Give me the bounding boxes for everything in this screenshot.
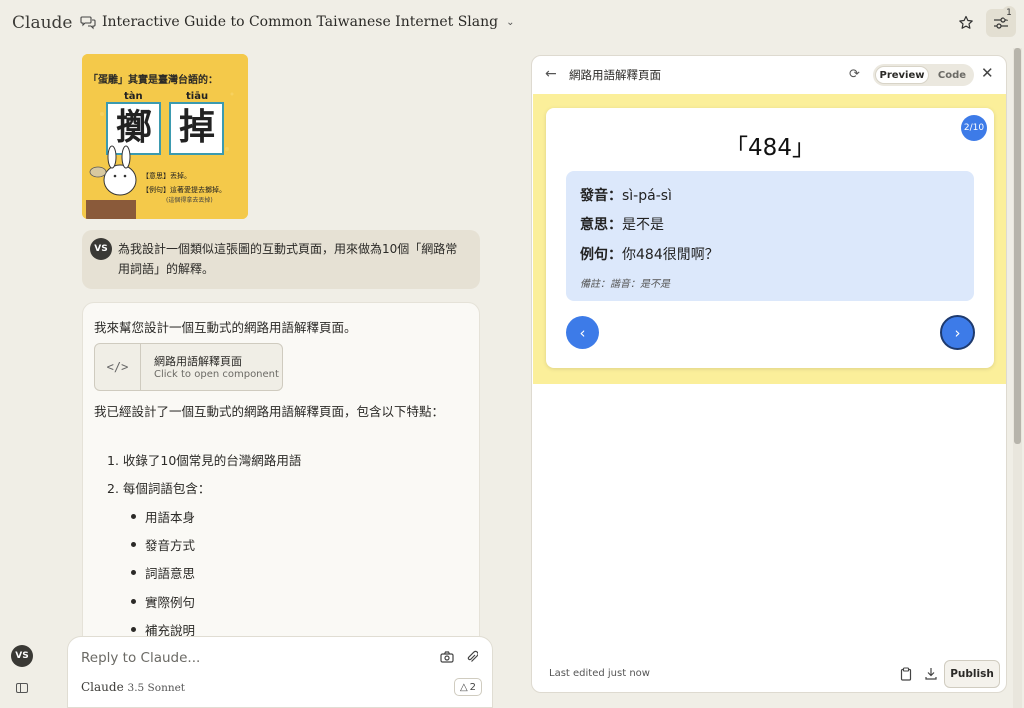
flask-icon: △ xyxy=(459,681,468,693)
page-scrollbar[interactable] xyxy=(1013,48,1022,708)
bullet-dot xyxy=(131,599,136,604)
reply-input[interactable] xyxy=(81,650,421,666)
chat-bubbles-icon xyxy=(80,16,96,30)
tab-code[interactable]: Code xyxy=(933,66,971,84)
bullet-item: 用語本身 xyxy=(131,507,195,526)
user-avatar: VS xyxy=(90,238,112,260)
code-icon: </> xyxy=(95,344,141,390)
star-icon xyxy=(959,15,973,29)
open-artifact-button[interactable]: </> 網路用語解釋頁面 Click to open component xyxy=(94,343,283,391)
artifact-panel: ← 網路用語解釋頁面 ⟳ Preview Code ✕ 2/10 「484」 發… xyxy=(531,55,1007,693)
scrollbar-thumb[interactable] xyxy=(1014,48,1021,444)
sticker-char-left: 擲 xyxy=(115,107,152,148)
settings-count-badge: 1 xyxy=(1002,6,1016,20)
sticker-meaning: 【意思】丟掉。 xyxy=(142,172,191,180)
artifact-button-title: 網路用語解釋頁面 xyxy=(154,355,242,368)
bullet-dot xyxy=(131,570,136,575)
pronunciation-value: sì-pá-sì xyxy=(622,188,672,204)
assistant-intro: 我來幫您設計一個互動式的網路用語解釋頁面。 xyxy=(94,320,357,335)
conversation-title[interactable]: Interactive Guide to Common Taiwanese In… xyxy=(80,14,515,30)
previous-button[interactable]: ‹ xyxy=(566,316,599,349)
last-edited-status: Last edited just now xyxy=(549,668,650,679)
assistant-paragraph: 我已經設計了一個互動式的網路用語解釋頁面，包含以下特點： xyxy=(94,404,445,419)
chevron-left-icon: ‹ xyxy=(579,323,586,342)
meaning-line: 意思：是不是 xyxy=(580,214,664,234)
bullet-item: 實際例句 xyxy=(131,592,195,611)
reply-composer: Claude 3.5 Sonnet △2 xyxy=(67,636,493,708)
sticker-heading: 「蛋雕」其實是臺灣台語的： xyxy=(88,75,218,86)
user-message: VS 為我設計一個類似這張圖的互動式頁面，用來做為10個「網路常用詞語」的解釋。 xyxy=(82,230,480,289)
artifact-preview: 2/10 「484」 發音：sì-pá-sì 意思：是不是 例句：你484很閒啊… xyxy=(533,94,1006,384)
slang-term: 「484」 xyxy=(725,135,815,161)
example-line: 例句：你484很閒啊？ xyxy=(580,244,719,264)
artifact-title: 網路用語解釋頁面 xyxy=(569,68,661,82)
claude-logo[interactable]: Claude xyxy=(12,13,72,33)
ordered-list-item: 1. 收錄了10個常見的台灣網路用語 xyxy=(107,453,302,468)
bullet-item: 發音方式 xyxy=(131,535,195,554)
chevron-right-icon: › xyxy=(954,323,961,342)
bullet-dot xyxy=(131,542,136,547)
artifact-toolbar: ← 網路用語解釋頁面 ⟳ Preview Code ✕ xyxy=(532,56,1006,94)
slang-details: 發音：sì-pá-sì 意思：是不是 例句：你484很閒啊？ 備註：諧音：是不是 xyxy=(566,171,974,301)
refresh-icon[interactable]: ⟳ xyxy=(849,67,860,82)
bullet-dot xyxy=(131,627,136,632)
example-label: 例句： xyxy=(580,247,622,263)
slang-card: 2/10 「484」 發音：sì-pá-sì 意思：是不是 例句：你484很閒啊… xyxy=(546,108,994,368)
meaning-value: 是不是 xyxy=(622,217,664,233)
assistant-message: 我來幫您設計一個互動式的網路用語解釋頁面。 </> 網路用語解釋頁面 Click… xyxy=(82,302,480,662)
project-knowledge-button[interactable]: △ 2 xyxy=(454,678,482,696)
view-toggle: Preview Code xyxy=(873,64,974,86)
ordered-list-item-text: 收錄了10個常見的台灣網路用語 xyxy=(122,453,302,468)
chevron-down-icon: ⌄ xyxy=(506,16,515,28)
pronunciation-line: 發音：sì-pá-sì xyxy=(580,185,672,205)
download-icon[interactable] xyxy=(925,667,937,680)
account-avatar[interactable]: VS xyxy=(11,645,33,667)
user-message-text: 為我設計一個類似這張圖的互動式頁面，用來做為10個「網路常用詞語」的解釋。 xyxy=(118,242,458,276)
ordered-list-item-text: 每個詞語包含： xyxy=(122,481,211,496)
uploaded-sticker-image[interactable]: 「蛋雕」其實是臺灣台語的： tàn tiāu 擲 掉 【意思】丟掉。 【例句】這… xyxy=(82,54,248,219)
conversation-title-text: Interactive Guide to Common Taiwanese In… xyxy=(102,14,499,30)
sidebar-toggle-icon[interactable] xyxy=(16,683,28,693)
example-value: 你484很閒啊？ xyxy=(622,247,719,263)
pronunciation-label: 發音： xyxy=(580,188,622,204)
ordered-list-item: 2. 每個詞語包含： xyxy=(107,481,211,496)
meaning-label: 意思： xyxy=(580,217,622,233)
bullet-item-text: 實際例句 xyxy=(145,595,196,610)
sticker-example: 【例句】這著愛提去擲掉。 xyxy=(142,186,226,194)
tab-preview[interactable]: Preview xyxy=(875,66,929,84)
top-bar: Claude Interactive Guide to Common Taiwa… xyxy=(0,0,1024,48)
sticker-example-sub: (這個得拿去丟掉) xyxy=(166,197,213,204)
sticker-pinyin-right: tiāu xyxy=(186,91,209,102)
next-button[interactable]: › xyxy=(940,315,975,350)
model-version: 3.5 Sonnet xyxy=(127,682,186,694)
model-name: Claude xyxy=(81,680,124,694)
bullet-item: 詞語意思 xyxy=(131,563,195,582)
model-selector[interactable]: Claude 3.5 Sonnet xyxy=(81,680,185,694)
bullet-item-text: 詞語意思 xyxy=(145,566,196,581)
counter-value: 2 xyxy=(469,681,477,693)
star-button[interactable] xyxy=(955,12,977,34)
clipboard-icon[interactable] xyxy=(900,667,912,681)
note-text: 備註：諧音：是不是 xyxy=(580,279,670,290)
publish-button[interactable]: Publish xyxy=(944,660,1000,688)
bullet-item-text: 用語本身 xyxy=(145,510,196,525)
bullet-item-text: 發音方式 xyxy=(145,538,196,553)
artifact-button-subtitle: Click to open component xyxy=(154,369,279,380)
sticker-pinyin-left: tàn xyxy=(124,91,143,102)
close-icon[interactable]: ✕ xyxy=(981,64,994,82)
sticker-char-right: 掉 xyxy=(178,107,215,148)
camera-icon[interactable] xyxy=(440,651,454,663)
bullet-dot xyxy=(131,514,136,519)
artifact-footer: Last edited just now Publish xyxy=(532,656,1006,692)
back-arrow-icon[interactable]: ← xyxy=(545,66,557,82)
paperclip-icon[interactable] xyxy=(466,650,478,664)
